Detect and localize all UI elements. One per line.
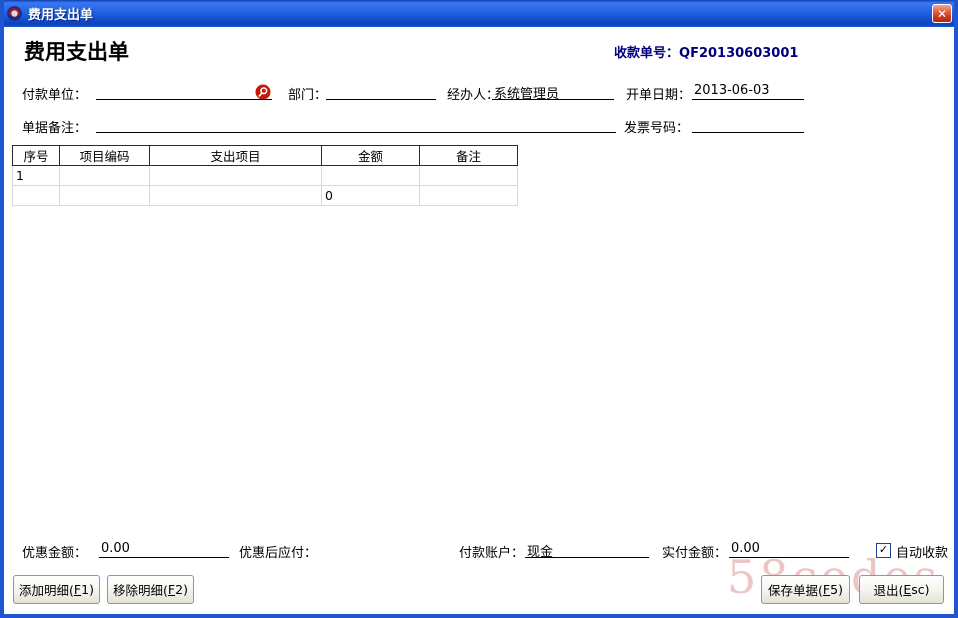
paid-input[interactable]: 0.00: [729, 541, 849, 558]
lookup-icon[interactable]: [255, 84, 271, 100]
save-button[interactable]: 保存单据(F5): [761, 575, 850, 604]
exit-label: 退出(: [873, 580, 903, 599]
remark-label: 单据备注：: [22, 117, 87, 136]
table-row: 0: [13, 186, 518, 206]
col-header-item: 支出项目: [150, 146, 322, 166]
cell-seq[interactable]: [13, 186, 60, 206]
operator-input[interactable]: 系统管理员: [492, 83, 614, 100]
col-header-seq: 序号: [13, 146, 60, 166]
remove-detail-label-post: 2): [175, 582, 188, 597]
col-header-remark: 备注: [420, 146, 518, 166]
auto-receipt-checkbox[interactable]: ✓: [876, 543, 891, 558]
app-icon: [6, 5, 23, 22]
remove-detail-label: 移除明细(: [113, 580, 168, 599]
remove-detail-button[interactable]: 移除明细(F2): [107, 575, 194, 604]
account-input[interactable]: 现金: [525, 541, 649, 558]
cell-remark[interactable]: [420, 166, 518, 186]
cell-item[interactable]: [150, 166, 322, 186]
grid-header-row: 序号 项目编码 支出项目 金额 备注: [13, 146, 518, 166]
auto-receipt-label: 自动收款: [896, 542, 948, 561]
detail-grid: 序号 项目编码 支出项目 金额 备注 1 0: [12, 145, 518, 206]
add-detail-label-post: 1): [81, 582, 94, 597]
cell-code[interactable]: [60, 166, 150, 186]
add-detail-label: 添加明细(: [19, 580, 74, 599]
receipt-number-label: 收款单号：: [614, 46, 679, 61]
col-header-amount: 金额: [322, 146, 420, 166]
col-header-code: 项目编码: [60, 146, 150, 166]
remove-detail-hotkey: F: [168, 582, 175, 597]
cell-item[interactable]: [150, 186, 322, 206]
save-label-post: 5): [830, 582, 843, 597]
add-detail-button[interactable]: 添加明细(F1): [13, 575, 100, 604]
cell-code[interactable]: [60, 186, 150, 206]
invoice-input[interactable]: [692, 116, 804, 133]
exit-label-post: sc): [911, 582, 929, 597]
add-detail-hotkey: F: [74, 582, 81, 597]
dept-label: 部门：: [288, 84, 327, 103]
account-label: 付款账户：: [459, 542, 524, 561]
remark-input[interactable]: [96, 116, 616, 133]
save-label: 保存单据(: [768, 580, 823, 599]
after-discount-label: 优惠后应付：: [239, 542, 317, 561]
cell-amount[interactable]: [322, 166, 420, 186]
date-label: 开单日期：: [626, 84, 691, 103]
cell-amount[interactable]: 0: [322, 186, 420, 206]
discount-input[interactable]: 0.00: [99, 541, 229, 558]
title-bar: 费用支出单 ✕: [0, 0, 958, 27]
exit-hotkey: E: [903, 582, 911, 597]
expense-form-window: 费用支出单 ✕ 费用支出单 收款单号：QF20130603001 付款单位： 部…: [0, 0, 958, 618]
payer-label: 付款单位：: [22, 84, 87, 103]
table-row: 1: [13, 166, 518, 186]
page-title: 费用支出单: [24, 36, 129, 66]
exit-button[interactable]: 退出(Esc): [859, 575, 944, 604]
date-input[interactable]: 2013-06-03: [692, 83, 804, 100]
receipt-number: 收款单号：QF20130603001: [614, 42, 798, 61]
receipt-number-value: QF20130603001: [679, 46, 798, 61]
cell-remark[interactable]: [420, 186, 518, 206]
cell-seq[interactable]: 1: [13, 166, 60, 186]
window-title: 费用支出单: [28, 4, 93, 23]
discount-label: 优惠金额：: [22, 542, 87, 561]
close-icon[interactable]: ✕: [932, 4, 952, 23]
save-hotkey: F: [823, 582, 830, 597]
invoice-label: 发票号码：: [624, 117, 689, 136]
dept-input[interactable]: [326, 83, 436, 100]
payer-input[interactable]: [96, 83, 272, 100]
paid-label: 实付金额：: [662, 542, 727, 561]
